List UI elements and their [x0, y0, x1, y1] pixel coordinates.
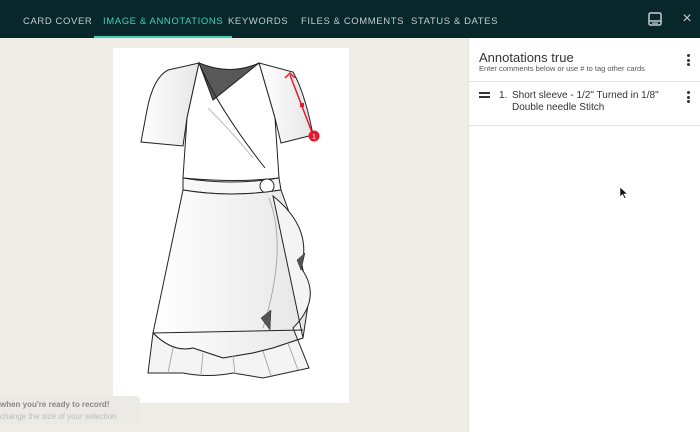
tab-status-dates[interactable]: STATUS & DATES: [411, 0, 498, 38]
image-canvas[interactable]: 1 when you're ready to record! change th…: [0, 38, 468, 432]
recording-toast-title: when you're ready to record!: [0, 400, 110, 409]
recording-toast: when you're ready to record! change the …: [0, 396, 140, 424]
tab-card-cover[interactable]: CARD COVER: [23, 0, 92, 38]
annotation-number: 1.: [499, 90, 508, 101]
panel-subtitle: Enter comments below or use # to tag oth…: [479, 64, 645, 73]
drag-handle-icon[interactable]: [479, 92, 490, 98]
annotations-panel: Annotations true Enter comments below or…: [468, 38, 700, 432]
panel-title: Annotations true: [479, 50, 574, 65]
more-vert-icon[interactable]: [683, 53, 693, 67]
more-vert-icon[interactable]: [683, 90, 693, 104]
annotation-list-item[interactable]: 1. Short sleeve - 1/2" Turned in 1/8" Do…: [469, 82, 700, 126]
tab-files-comments[interactable]: FILES & COMMENTS: [301, 0, 404, 38]
annotations-panel-header: Annotations true Enter comments below or…: [469, 38, 700, 82]
annotation-marker-label: 1: [312, 134, 316, 141]
panel-bottom-icon[interactable]: [647, 11, 663, 27]
wrap-dress-sketch: 1: [140, 61, 320, 379]
mouse-pointer-icon: [620, 187, 628, 199]
dress-image[interactable]: 1: [113, 48, 349, 403]
annotation-text[interactable]: Short sleeve - 1/2" Turned in 1/8" Doubl…: [512, 90, 677, 114]
top-navigation-bar: CARD COVER IMAGE & ANNOTATIONS KEYWORDS …: [0, 0, 700, 38]
tab-image-annotations[interactable]: IMAGE & ANNOTATIONS: [94, 0, 233, 38]
close-icon[interactable]: ×: [679, 11, 695, 27]
recording-toast-hint: change the size of your selection: [0, 412, 117, 421]
tab-keywords[interactable]: KEYWORDS: [228, 0, 288, 38]
